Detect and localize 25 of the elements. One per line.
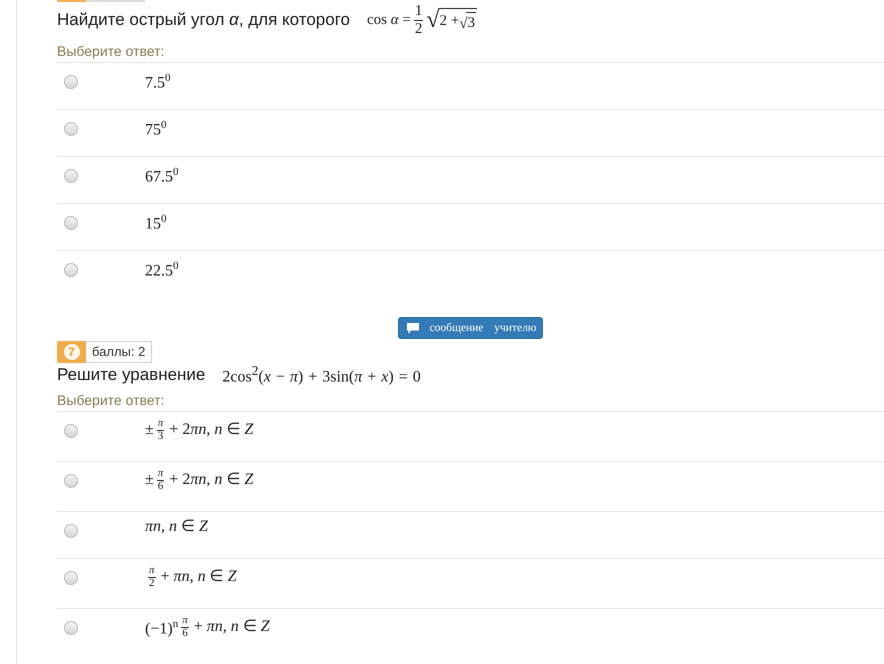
question-number-badge: 7 [57,341,86,363]
radio-button[interactable] [64,524,78,538]
answer-formula[interactable]: 7.5$^{0}$ [145,69,170,92]
question-text: Решите уравнение [57,365,206,385]
message-teacher-button[interactable]: сообщение учителю [398,317,544,339]
math-formula: 2cos$^{2}$(x − π) + 3sin(π + x) = 0 [222,363,421,387]
radio-button[interactable] [64,621,78,635]
answer-formula[interactable]: 15$^{0}$ [145,210,166,234]
radio-button[interactable] [64,474,78,488]
answer-formula[interactable]: 75$^{0}$ [145,116,166,140]
answer-prompt: Выберите ответ: [57,392,166,410]
radio-button[interactable] [64,571,78,585]
radio-button[interactable] [64,122,78,136]
answer-formula[interactable]: πn, n ∈ Z [145,518,208,536]
radio-button[interactable] [64,216,78,230]
radio-button[interactable] [64,169,78,183]
radio-button[interactable] [64,263,78,277]
radio-button[interactable] [64,75,78,89]
speech-bubble-icon [406,322,419,334]
answer-formula[interactable]: 67.5$^{0}$ [145,163,178,186]
answer-formula[interactable]: 22.5$^{0}$ [145,257,178,280]
question-text: Найдите острый угол α, для которого [57,10,350,30]
answer-prompt: Выберите ответ: [57,43,166,61]
points-label: баллы: 2 [86,341,152,363]
radio-button[interactable] [64,424,78,438]
